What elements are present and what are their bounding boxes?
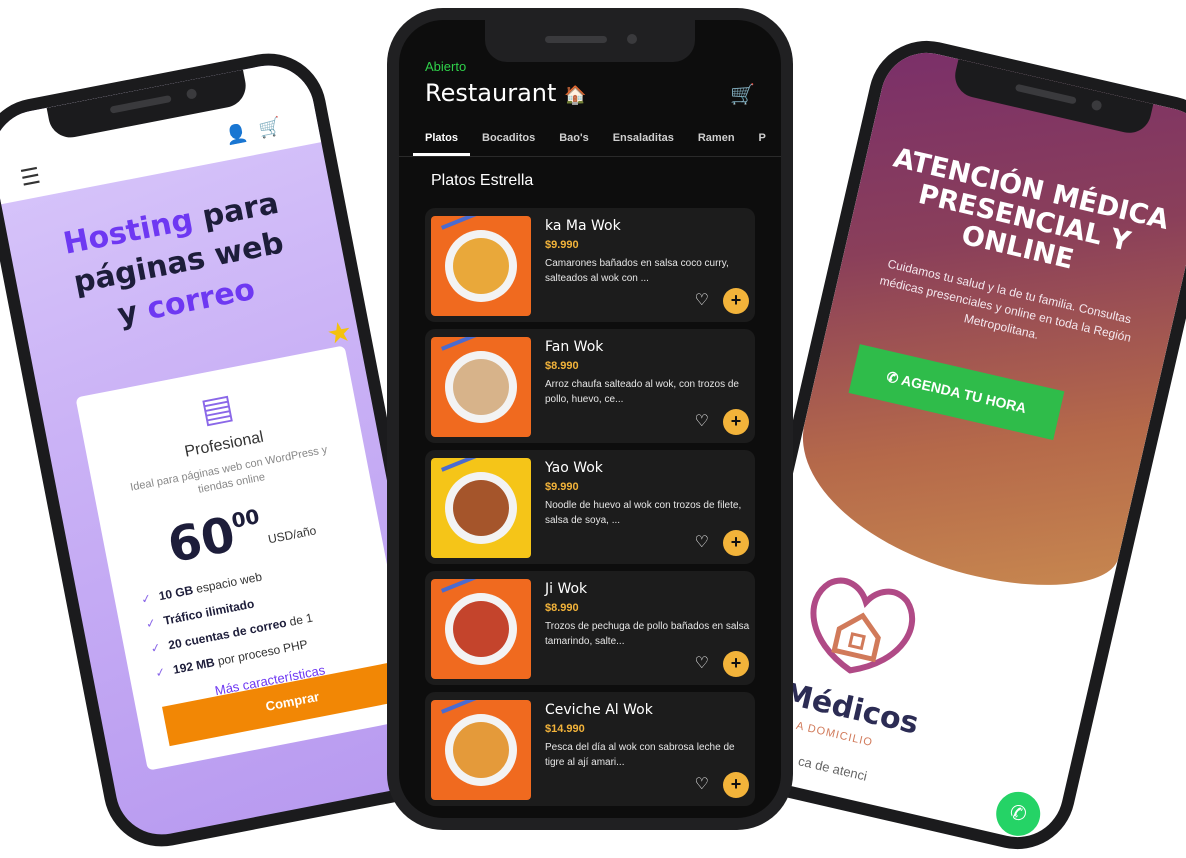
- hosting-screen: ☰ 👤🛒 Hosting para páginas web y correo ★…: [0, 57, 446, 843]
- food-shape: [453, 722, 509, 778]
- dish-price: $9.990: [545, 239, 579, 251]
- dish-description: Trozos de pechuga de pollo bañados en sa…: [545, 621, 750, 647]
- heart-icon[interactable]: ♡: [695, 653, 709, 673]
- hosting-hero-title: Hosting para páginas web y correo: [60, 185, 287, 333]
- tab-platos[interactable]: Platos: [413, 130, 471, 156]
- dish-image: [431, 458, 531, 558]
- dish-card[interactable]: Fan Wok $8.990 Arroz chaufa salteado al wo…: [425, 329, 755, 443]
- plus-icon[interactable]: +: [723, 530, 749, 556]
- dish-price: $8.990: [545, 602, 579, 614]
- heart-icon[interactable]: ♡: [695, 774, 709, 794]
- house-icon: 🏠: [564, 85, 587, 106]
- header-actions: 👤🛒: [224, 113, 296, 147]
- check-icon: ✓: [149, 640, 162, 656]
- heart-icon[interactable]: ♡: [695, 290, 709, 310]
- dish-description: Arroz chaufa salteado al wok, con trozos…: [545, 379, 739, 405]
- restaurant-screen: Abierto Restaurant 🏠 🛒 Platos Bocaditos …: [399, 20, 781, 818]
- plus-icon[interactable]: +: [723, 409, 749, 435]
- dish-image: [431, 700, 531, 800]
- body-text: ca de atenci: [796, 753, 869, 784]
- dish-card[interactable]: Ji Wok $8.990 Trozos de pechuga de pollo b…: [425, 571, 755, 685]
- dish-name: Ceviche Al Wok: [545, 702, 653, 718]
- tab-ensaladitas[interactable]: Ensaladitas: [601, 130, 686, 156]
- dish-price: $14.990: [545, 723, 585, 735]
- dish-price: $8.990: [545, 360, 579, 372]
- plus-icon[interactable]: +: [723, 772, 749, 798]
- plus-icon[interactable]: +: [723, 288, 749, 314]
- food-shape: [453, 359, 509, 415]
- dish-name: Fan Wok: [545, 339, 604, 355]
- check-icon: ✓: [139, 591, 153, 607]
- medical-screen: ATENCIÓN MÉDICA PRESENCIAL Y ONLINE Cuid…: [724, 43, 1186, 847]
- restaurant-title: Restaurant 🏠: [425, 79, 587, 107]
- cart-icon[interactable]: 🛒: [730, 82, 755, 107]
- chopsticks-shape: [441, 458, 521, 472]
- section-title: Platos Estrella: [431, 172, 534, 189]
- food-shape: [453, 601, 509, 657]
- dish-description: Noodle de huevo al wok con trozos de fil…: [545, 500, 742, 526]
- heart-icon[interactable]: ♡: [695, 532, 709, 552]
- dish-list: ka Ma Wok $9.990 Camarones bañados en sals…: [425, 208, 755, 813]
- food-shape: [453, 480, 509, 536]
- cart-icon[interactable]: 🛒: [257, 113, 295, 139]
- chopsticks-shape: [441, 337, 521, 351]
- chopsticks-shape: [441, 216, 521, 230]
- stethoscope-house-logo: [810, 577, 916, 674]
- dish-price: $9.990: [545, 481, 579, 493]
- dish-description: Pesca del día al wok con sabrosa leche d…: [545, 742, 735, 768]
- dish-description: Camarones bañados en salsa coco curry, s…: [545, 258, 729, 284]
- dish-image: [431, 579, 531, 679]
- dish-card[interactable]: ka Ma Wok $9.990 Camarones bañados en sals…: [425, 208, 755, 322]
- chopsticks-shape: [441, 579, 521, 593]
- check-icon: ✓: [154, 664, 167, 681]
- dish-card[interactable]: Yao Wok $9.990 Noodle de huevo al wok con …: [425, 450, 755, 564]
- dish-image: [431, 337, 531, 437]
- user-icon[interactable]: 👤: [224, 120, 262, 146]
- check-icon: ✓: [144, 615, 158, 632]
- restaurant-phone-mockup: Abierto Restaurant 🏠 🛒 Platos Bocaditos …: [387, 8, 793, 830]
- whatsapp-icon[interactable]: ✆: [991, 787, 1045, 841]
- phone-notch: [485, 20, 695, 62]
- tabs-divider: [399, 156, 781, 157]
- tab-bocaditos[interactable]: Bocaditos: [470, 130, 547, 156]
- dish-image: [431, 216, 531, 316]
- menu-icon[interactable]: ☰: [18, 163, 42, 192]
- dish-card[interactable]: Ceviche Al Wok $14.990 Pesca del día al wo…: [425, 692, 755, 806]
- heart-icon[interactable]: ♡: [695, 411, 709, 431]
- open-status: Abierto: [425, 59, 467, 74]
- dish-name: Yao Wok: [545, 460, 603, 476]
- tab-baos[interactable]: Bao's: [547, 130, 601, 156]
- hosting-header: ☰ 👤🛒: [0, 57, 322, 205]
- dish-name: ka Ma Wok: [545, 218, 621, 234]
- dish-name: Ji Wok: [545, 581, 588, 597]
- tab-ramen[interactable]: Ramen: [686, 130, 747, 156]
- plus-icon[interactable]: +: [723, 651, 749, 677]
- food-shape: [453, 238, 509, 294]
- category-tabs: Platos Bocaditos Bao's Ensaladitas Ramen…: [413, 130, 781, 158]
- chopsticks-shape: [441, 700, 521, 714]
- tab-more[interactable]: P: [747, 130, 778, 156]
- pricing-card: ▤ Profesional Ideal para páginas web con…: [75, 345, 423, 771]
